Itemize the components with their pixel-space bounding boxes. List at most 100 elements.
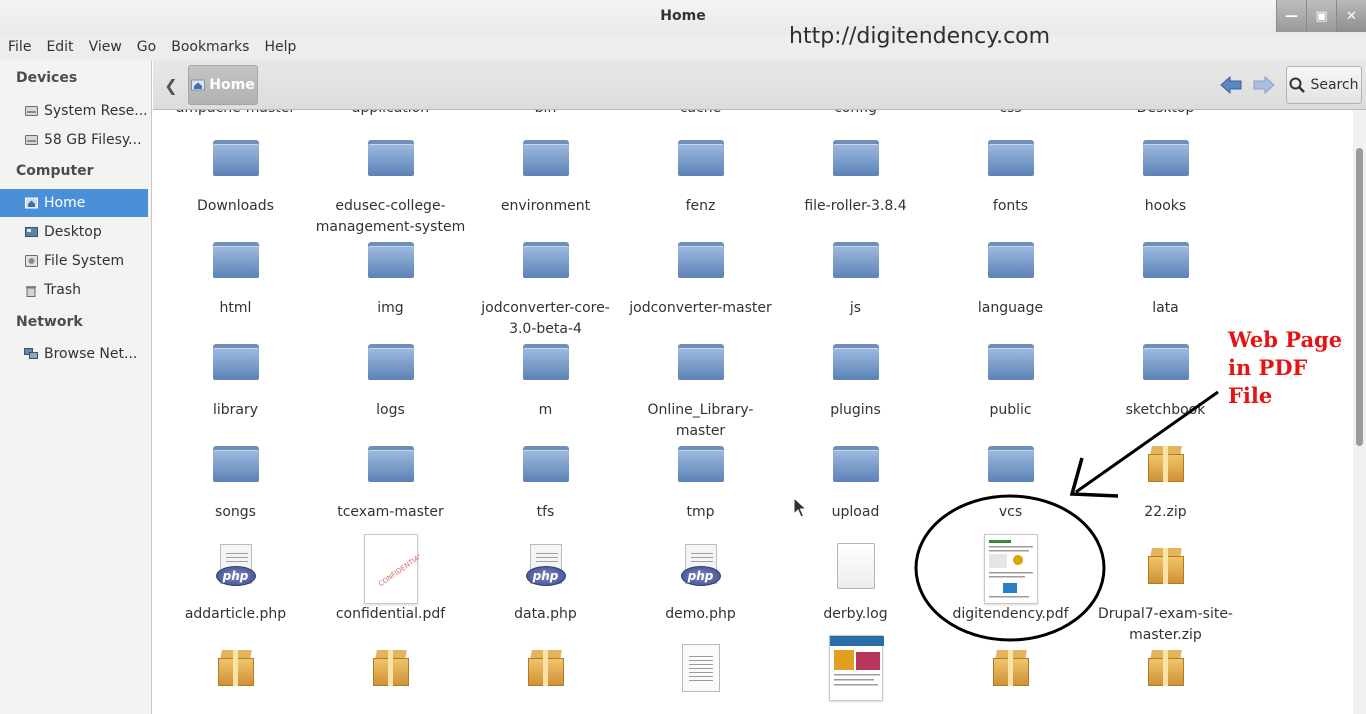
archive-icon	[1147, 650, 1184, 686]
sidebar-item-browse-network[interactable]: Browse Net...	[0, 340, 148, 368]
toolbar: ❮ Home Search	[153, 60, 1366, 110]
file-item[interactable]	[933, 630, 1088, 706]
file-item[interactable]: hooks	[1088, 120, 1243, 217]
file-item[interactable]: php data.php	[468, 528, 623, 625]
file-item[interactable]: php demo.php	[623, 528, 778, 625]
file-item[interactable]: php addarticle.php	[158, 528, 313, 625]
file-item[interactable]: js	[778, 222, 933, 319]
file-item[interactable]: songs	[158, 426, 313, 523]
folder-body	[832, 450, 879, 482]
minimize-button[interactable]: —	[1276, 0, 1306, 32]
folder-body	[677, 246, 724, 278]
file-item[interactable]: tmp	[623, 426, 778, 523]
file-item[interactable]: fenz	[623, 120, 778, 217]
file-item[interactable]: html	[158, 222, 313, 319]
file-name: tcexam-master	[337, 504, 444, 520]
text-file-icon	[681, 644, 720, 692]
folder-body	[522, 450, 569, 482]
file-name: data.php	[514, 606, 577, 622]
file-icon-wrap	[158, 324, 313, 400]
search-button[interactable]: Search	[1286, 66, 1362, 104]
sidebar-item-label: File System	[44, 253, 125, 269]
file-item[interactable]: Online_Library-master	[623, 324, 778, 442]
file-name: bin	[468, 110, 623, 119]
forward-arrow-icon[interactable]	[1253, 76, 1275, 94]
menu-view[interactable]: View	[89, 39, 122, 55]
file-item[interactable]: fonts	[933, 120, 1088, 217]
file-item[interactable]	[1088, 630, 1243, 706]
file-item[interactable]: cache	[623, 110, 778, 119]
file-item[interactable]: config	[778, 110, 933, 119]
folder-icon	[522, 242, 569, 278]
file-icon-wrap	[623, 120, 778, 196]
file-icon-wrap	[1088, 426, 1243, 502]
file-item[interactable]: edusec-college-management-system	[313, 120, 468, 238]
menu-help[interactable]: Help	[264, 39, 296, 55]
file-item[interactable]: file-roller-3.8.4	[778, 120, 933, 217]
file-item[interactable]: plugins	[778, 324, 933, 421]
file-item[interactable]: Downloads	[158, 120, 313, 217]
file-name: addarticle.php	[184, 606, 287, 622]
file-item[interactable]: Desktop	[1088, 110, 1243, 119]
archive-tape	[1007, 650, 1013, 686]
file-item[interactable]: tfs	[468, 426, 623, 523]
file-name: Downloads	[197, 198, 274, 214]
file-item[interactable]: img	[313, 222, 468, 319]
file-item[interactable]: CONFIDENTIAL confidential.pdf	[313, 528, 468, 625]
file-item[interactable]: sketchbook	[1088, 324, 1243, 421]
file-item[interactable]: digitendency.pdf	[933, 528, 1088, 625]
file-item[interactable]: tcexam-master	[313, 426, 468, 523]
file-item[interactable]: environment	[468, 120, 623, 217]
folder-body	[367, 246, 414, 278]
folder-icon	[367, 242, 414, 278]
file-item[interactable]: application	[313, 110, 468, 119]
file-item[interactable]	[158, 630, 313, 706]
back-arrow-icon[interactable]	[1220, 76, 1242, 94]
sidebar-item-filesystem-58gb[interactable]: 58 GB Filesy...	[0, 126, 148, 154]
sidebar-item-desktop[interactable]: Desktop	[0, 218, 148, 246]
file-icon-wrap	[933, 528, 1088, 604]
file-item[interactable]: lata	[1088, 222, 1243, 319]
file-item[interactable]	[623, 630, 778, 706]
file-item[interactable]	[778, 630, 933, 706]
folder-body	[677, 348, 724, 380]
file-item[interactable]: 22.zip	[1088, 426, 1243, 523]
file-item[interactable]: bin	[468, 110, 623, 119]
menu-go[interactable]: Go	[137, 39, 156, 55]
path-scroll-left-button[interactable]: ❮	[161, 74, 181, 96]
file-item[interactable]: derby.log	[778, 528, 933, 625]
sidebar-item-home[interactable]: Home	[0, 189, 148, 217]
menu-file[interactable]: File	[8, 39, 31, 55]
file-item[interactable]: library	[158, 324, 313, 421]
folder-icon	[987, 140, 1034, 176]
file-item[interactable]: jodconverter-core-3.0-beta-4	[468, 222, 623, 340]
file-icon-wrap	[623, 630, 778, 706]
file-name: config	[778, 110, 933, 119]
file-item[interactable]: public	[933, 324, 1088, 421]
folder-body	[522, 246, 569, 278]
file-icon-wrap	[158, 120, 313, 196]
sidebar-item-trash[interactable]: Trash	[0, 276, 148, 304]
window-controls: — ▣ ✕	[1276, 0, 1366, 32]
file-item[interactable]: jodconverter-master	[623, 222, 778, 319]
file-item[interactable]	[468, 630, 623, 706]
vertical-scrollbar[interactable]	[1353, 110, 1366, 714]
menu-edit[interactable]: Edit	[46, 39, 73, 55]
path-bar-home-button[interactable]: Home	[188, 65, 258, 105]
file-icon-wrap	[1088, 120, 1243, 196]
menu-bookmarks[interactable]: Bookmarks	[171, 39, 249, 55]
file-item[interactable]: language	[933, 222, 1088, 319]
file-item[interactable]: logs	[313, 324, 468, 421]
file-item[interactable]: ampache-master	[158, 110, 313, 119]
text-lines	[688, 653, 713, 683]
file-item[interactable]: m	[468, 324, 623, 421]
sidebar-item-file-system[interactable]: File System	[0, 247, 148, 275]
file-item[interactable]	[313, 630, 468, 706]
folder-icon	[1142, 344, 1189, 380]
close-button[interactable]: ✕	[1336, 0, 1366, 32]
file-item[interactable]: vcs	[933, 426, 1088, 523]
file-item[interactable]: css	[933, 110, 1088, 119]
maximize-button[interactable]: ▣	[1306, 0, 1336, 32]
sidebar-item-system-reserved[interactable]: System Rese...	[0, 97, 148, 125]
file-item[interactable]: Drupal7-exam-site-master.zip	[1088, 528, 1243, 646]
